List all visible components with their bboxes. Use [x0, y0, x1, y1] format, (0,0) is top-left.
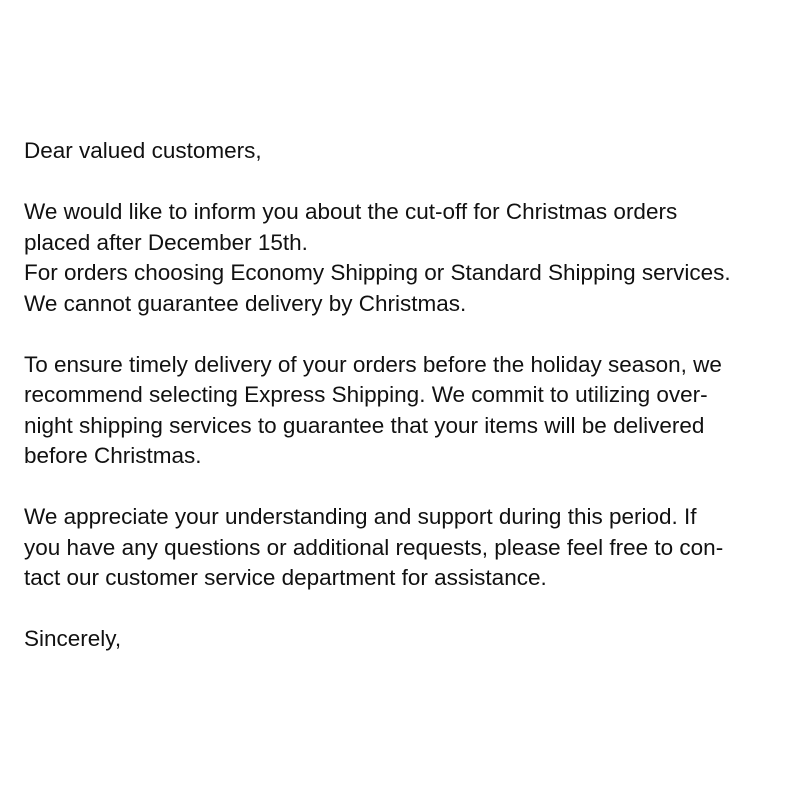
- appreciation-line-2: you have any questions or additional req…: [24, 534, 724, 560]
- closing-line: Sincerely,: [24, 626, 122, 651]
- closing: Sincerely,: [24, 624, 784, 655]
- express-line-4: before Christmas.: [24, 443, 202, 468]
- cutoff-line-1: We would like to inform you about the cu…: [24, 199, 678, 224]
- cutoff-line-2: placed after December 15th.: [24, 229, 308, 255]
- express-line-3: night shipping services to guarantee tha…: [24, 412, 705, 438]
- appreciation-line-3: tact our customer service department for…: [24, 565, 547, 590]
- express-line-1: To ensure timely delivery of your orders…: [24, 351, 722, 377]
- appreciation-paragraph: We appreciate your understanding and sup…: [24, 502, 784, 594]
- letter: Dear valued customers, We would like to …: [24, 136, 784, 685]
- express-paragraph: To ensure timely delivery of your orders…: [24, 350, 784, 472]
- appreciation-line-1: We appreciate your understanding and sup…: [24, 504, 697, 529]
- greeting: Dear valued customers,: [24, 136, 784, 167]
- cutoff-line-4: We cannot guarantee delivery by Christma…: [24, 290, 467, 316]
- cutoff-line-3: For orders choosing Economy Shipping or …: [24, 260, 731, 285]
- cutoff-paragraph: We would like to inform you about the cu…: [24, 197, 784, 319]
- greeting-line: Dear valued customers,: [24, 138, 262, 163]
- express-line-2: recommend selecting Express Shipping. We…: [24, 382, 708, 407]
